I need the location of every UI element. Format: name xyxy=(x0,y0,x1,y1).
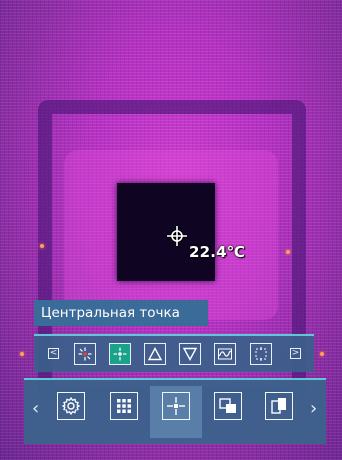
sub-toolbar-prev-button[interactable]: < xyxy=(48,348,59,359)
measure-mode-toolbar: < > xyxy=(34,334,314,372)
main-toolbar-prev-chevron[interactable]: ‹ xyxy=(32,400,39,418)
crosshair-icon xyxy=(167,226,187,246)
waveform-icon xyxy=(218,348,232,360)
max-temp-button[interactable] xyxy=(144,343,166,365)
grid-icon xyxy=(117,399,131,413)
thermal-camera-screen: 22.4℃ Центральная точка < > ‹ › xyxy=(0,0,342,460)
min-temp-button[interactable] xyxy=(179,343,201,365)
temperature-readout: 22.4℃ xyxy=(189,243,246,261)
area-select-icon xyxy=(255,347,267,361)
center-point-button[interactable] xyxy=(109,343,131,365)
dual-view-icon xyxy=(271,398,286,414)
mode-tooltip: Центральная точка xyxy=(34,300,208,326)
hot-spot xyxy=(320,352,324,356)
sub-toolbar-next-button[interactable]: > xyxy=(290,348,301,359)
area-measure-button[interactable] xyxy=(250,343,272,365)
point-burst-button[interactable] xyxy=(74,343,96,365)
hot-spot xyxy=(286,250,290,254)
image-mode-button[interactable] xyxy=(265,392,293,420)
picture-in-picture-icon xyxy=(219,398,236,413)
settings-gear-icon xyxy=(61,396,81,416)
triangle-up-icon xyxy=(147,347,163,361)
picture-in-picture-button[interactable] xyxy=(214,392,242,420)
point-burst-icon xyxy=(78,347,92,361)
hot-spot xyxy=(20,352,24,356)
center-measure-icon xyxy=(167,397,185,415)
settings-button[interactable] xyxy=(57,392,85,420)
main-toolbar-next-chevron[interactable]: › xyxy=(310,400,317,418)
main-toolbar: ‹ › xyxy=(24,378,326,444)
grid-button[interactable] xyxy=(110,392,138,420)
triangle-down-icon xyxy=(182,347,198,361)
center-point-icon xyxy=(113,347,127,361)
measure-mode-button[interactable] xyxy=(162,392,190,420)
line-profile-button[interactable] xyxy=(214,343,236,365)
hot-spot xyxy=(40,244,44,248)
